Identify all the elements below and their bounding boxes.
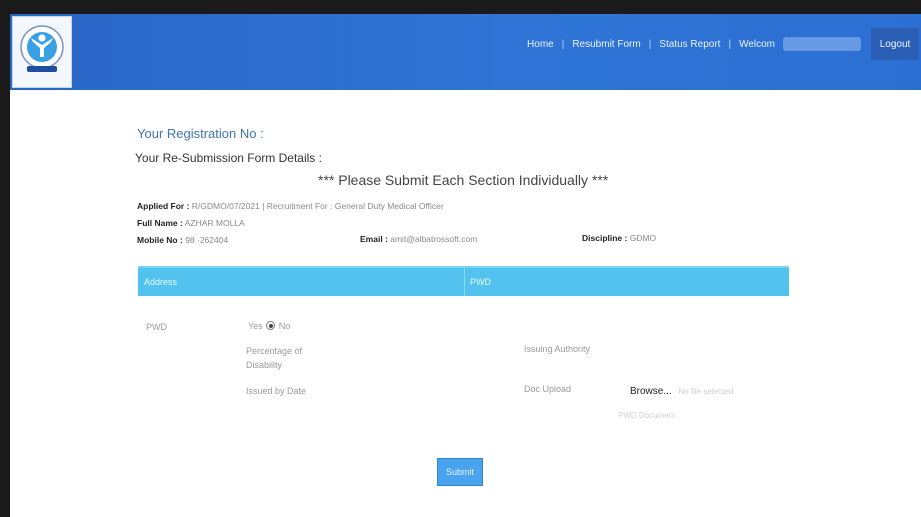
discipline-value: GDMO xyxy=(629,233,657,243)
submit-notice: *** Please Submit Each Section Individua… xyxy=(318,172,609,188)
mobile-value: 98 ·262404 xyxy=(185,235,229,245)
mobile-label: Mobile No : xyxy=(137,235,183,245)
logout-button[interactable]: Logout xyxy=(871,28,919,60)
top-header: Home | Resubmit Form | Status Report | W… xyxy=(10,14,921,90)
organization-logo-icon xyxy=(18,21,66,84)
discipline-label: Discipline : xyxy=(582,233,628,243)
email-value: amit@albatrossoft.com xyxy=(390,234,478,244)
doc-upload-label: Doc Upload xyxy=(524,384,572,394)
nav-home-link[interactable]: Home xyxy=(527,39,554,50)
submit-button[interactable]: Submit xyxy=(437,458,483,486)
issuing-authority-label: Issuing Authority xyxy=(524,344,591,354)
file-upload: Browse... No file selected. xyxy=(630,386,735,397)
nav-separator: | xyxy=(561,38,565,50)
issuing-authority-input[interactable] xyxy=(622,346,752,358)
issued-date-label: Issued by Date xyxy=(246,386,307,396)
nav-separator: | xyxy=(728,38,732,50)
full-name-label: Full Name : xyxy=(137,218,183,228)
section-divider xyxy=(464,268,465,296)
pwd-label: PWD xyxy=(146,322,167,332)
top-nav: Home | Resubmit Form | Status Report | W… xyxy=(527,36,861,52)
welcome-user-name xyxy=(783,37,861,51)
nav-resubmit-link[interactable]: Resubmit Form xyxy=(572,39,640,50)
disability-label: Disability xyxy=(246,360,283,370)
nav-status-link[interactable]: Status Report xyxy=(659,39,720,50)
nav-separator: | xyxy=(648,38,652,50)
welcome-text: Welcom xyxy=(739,38,775,50)
applied-for-value: R/GDMO/07/2021 | Recruitment For : Gener… xyxy=(191,201,444,211)
pwd-radio-group: Yes No xyxy=(248,321,290,331)
applied-for-label: Applied For : xyxy=(137,201,190,211)
percentage-input[interactable] xyxy=(346,348,466,360)
pwd-document-hint: PWD Document xyxy=(618,411,676,420)
issued-date-input[interactable] xyxy=(346,388,466,400)
pwd-no-label: No xyxy=(278,321,291,331)
pwd-yes-label: Yes xyxy=(248,321,263,331)
percentage-label: Percentage of xyxy=(246,346,303,356)
applied-for-row: Applied For : R/GDMO/07/2021 | Recruitme… xyxy=(137,201,444,211)
registration-number-label: Your Registration No : xyxy=(137,126,264,141)
full-name-value: AZHAR MOLLA xyxy=(184,218,245,228)
resubmission-details-label: Your Re-Submission Form Details : xyxy=(135,151,322,165)
email-label: Email : xyxy=(360,234,388,244)
email-row: Email : amit@albatrossoft.com xyxy=(360,234,477,244)
discipline-row: Discipline : GDMO xyxy=(582,233,656,243)
tab-address[interactable]: Address xyxy=(144,277,177,287)
logo xyxy=(12,16,72,88)
browser-screen: Home | Resubmit Form | Status Report | W… xyxy=(10,14,921,517)
browse-button[interactable]: Browse... xyxy=(630,386,672,397)
tab-pwd[interactable]: PWD xyxy=(470,277,491,287)
no-file-text: No file selected. xyxy=(678,387,736,396)
mobile-row: Mobile No : 98 ·262404 xyxy=(137,235,228,245)
section-tabs-bar: Address PWD xyxy=(138,266,789,296)
pwd-radio-button[interactable] xyxy=(266,321,276,330)
full-name-row: Full Name : AZHAR MOLLA xyxy=(137,218,245,228)
